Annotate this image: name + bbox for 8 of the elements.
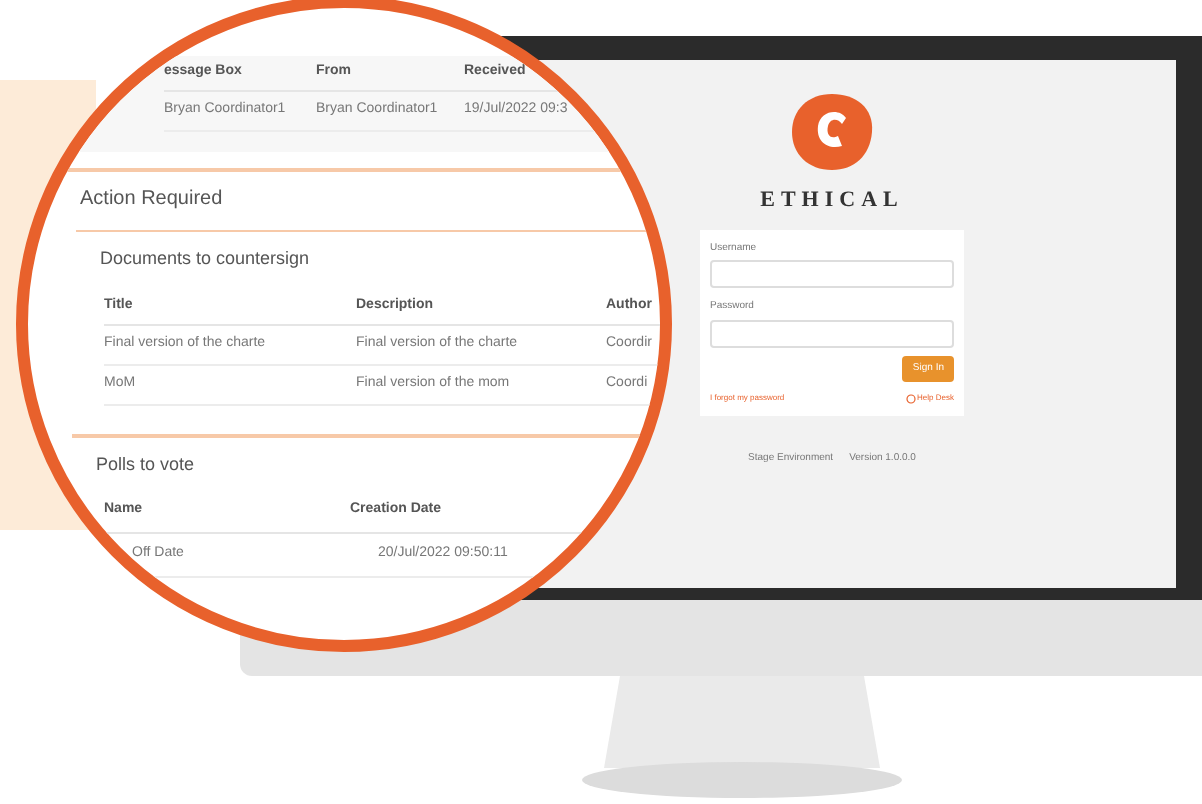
brand-name: ETHICAL (760, 186, 904, 216)
card-title: Polls to vote (94, 451, 197, 477)
logo-icon (788, 92, 876, 172)
card-title: Documents to countersign (98, 246, 312, 272)
section-title: Action Required (78, 186, 225, 214)
username-field[interactable] (710, 260, 954, 288)
password-field[interactable] (710, 319, 954, 347)
help-icon (905, 393, 916, 403)
